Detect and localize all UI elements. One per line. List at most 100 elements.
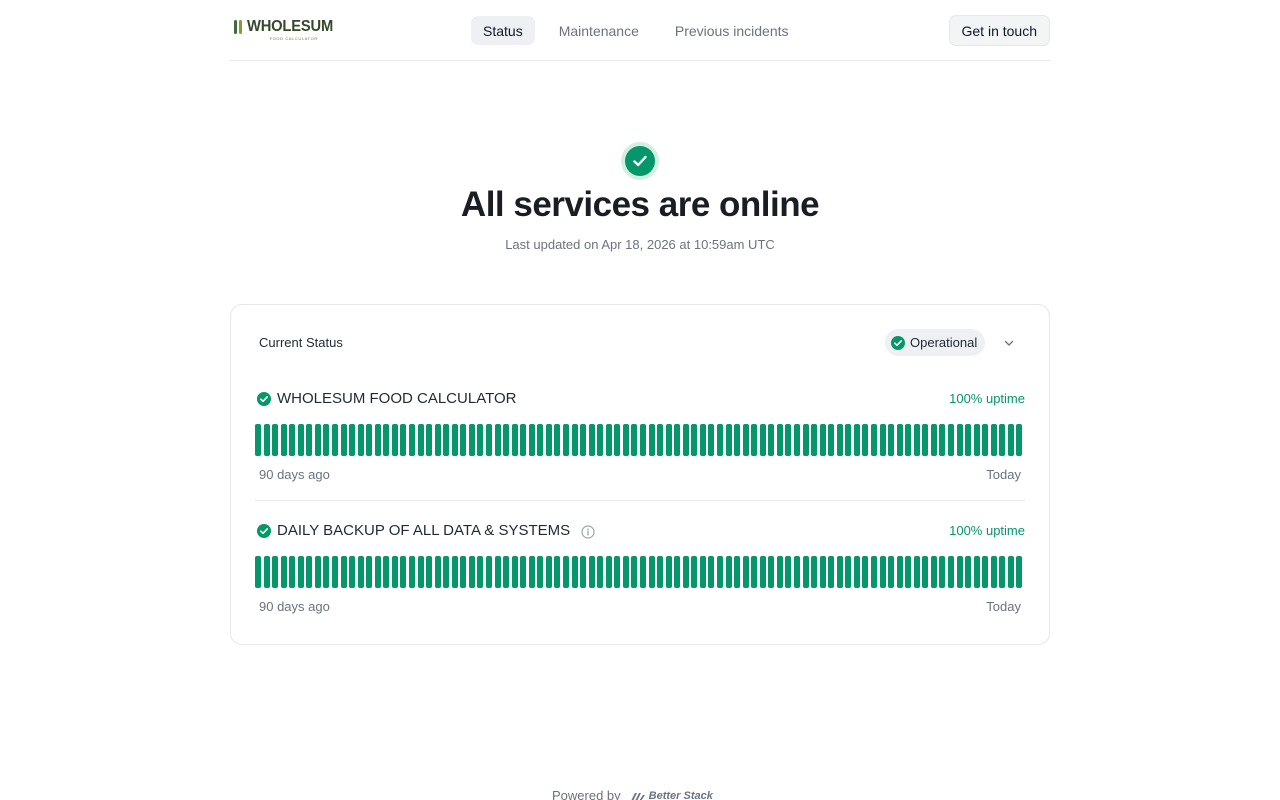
uptime-day-bar[interactable]: [973, 556, 980, 588]
uptime-day-bar[interactable]: [965, 424, 972, 456]
uptime-day-bar[interactable]: [588, 556, 595, 588]
uptime-day-bar[interactable]: [888, 424, 895, 456]
uptime-day-bar[interactable]: [545, 556, 552, 588]
uptime-day-bar[interactable]: [691, 424, 698, 456]
uptime-day-bar[interactable]: [1016, 424, 1023, 456]
uptime-day-bar[interactable]: [682, 424, 689, 456]
uptime-day-bar[interactable]: [494, 556, 501, 588]
uptime-day-bar[interactable]: [759, 424, 766, 456]
uptime-day-bar[interactable]: [443, 556, 450, 588]
uptime-day-bar[interactable]: [922, 556, 929, 588]
uptime-day-bar[interactable]: [255, 556, 262, 588]
uptime-day-bar[interactable]: [896, 424, 903, 456]
uptime-day-bar[interactable]: [494, 424, 501, 456]
uptime-day-bar[interactable]: [280, 424, 287, 456]
uptime-day-bar[interactable]: [528, 424, 535, 456]
chevron-down-icon[interactable]: [1003, 337, 1015, 349]
uptime-day-bar[interactable]: [314, 424, 321, 456]
uptime-day-bar[interactable]: [255, 424, 262, 456]
uptime-day-bar[interactable]: [990, 556, 997, 588]
uptime-day-bar[interactable]: [460, 556, 467, 588]
uptime-day-bar[interactable]: [357, 556, 364, 588]
uptime-day-bar[interactable]: [802, 556, 809, 588]
uptime-day-bar[interactable]: [776, 556, 783, 588]
uptime-day-bar[interactable]: [349, 424, 356, 456]
uptime-day-bar[interactable]: [982, 424, 989, 456]
uptime-day-bar[interactable]: [391, 424, 398, 456]
uptime-day-bar[interactable]: [554, 556, 561, 588]
uptime-day-bar[interactable]: [588, 424, 595, 456]
uptime-day-bar[interactable]: [468, 424, 475, 456]
uptime-day-bar[interactable]: [383, 556, 390, 588]
uptime-day-bar[interactable]: [922, 424, 929, 456]
uptime-day-bar[interactable]: [674, 556, 681, 588]
uptime-day-bar[interactable]: [948, 424, 955, 456]
uptime-day-bar[interactable]: [400, 424, 407, 456]
uptime-day-bar[interactable]: [605, 556, 612, 588]
uptime-day-bar[interactable]: [862, 556, 869, 588]
uptime-day-bar[interactable]: [896, 556, 903, 588]
uptime-day-bar[interactable]: [631, 556, 638, 588]
uptime-day-bar[interactable]: [648, 556, 655, 588]
uptime-day-bar[interactable]: [691, 556, 698, 588]
uptime-day-bar[interactable]: [614, 556, 621, 588]
uptime-day-bar[interactable]: [622, 424, 629, 456]
uptime-day-bar[interactable]: [571, 424, 578, 456]
uptime-day-bar[interactable]: [340, 424, 347, 456]
uptime-day-bar[interactable]: [657, 556, 664, 588]
uptime-day-bar[interactable]: [537, 424, 544, 456]
uptime-day-bar[interactable]: [263, 556, 270, 588]
uptime-day-bar[interactable]: [734, 424, 741, 456]
uptime-day-bar[interactable]: [357, 424, 364, 456]
uptime-day-bar[interactable]: [640, 424, 647, 456]
uptime-day-bar[interactable]: [434, 556, 441, 588]
uptime-day-bar[interactable]: [879, 556, 886, 588]
uptime-day-bar[interactable]: [417, 556, 424, 588]
uptime-day-bar[interactable]: [280, 556, 287, 588]
uptime-day-bar[interactable]: [819, 556, 826, 588]
uptime-day-bar[interactable]: [845, 556, 852, 588]
uptime-day-bar[interactable]: [853, 556, 860, 588]
uptime-day-bar[interactable]: [751, 424, 758, 456]
uptime-day-bar[interactable]: [682, 556, 689, 588]
uptime-day-bar[interactable]: [836, 424, 843, 456]
uptime-day-bar[interactable]: [853, 424, 860, 456]
uptime-day-bar[interactable]: [665, 424, 672, 456]
uptime-day-bar[interactable]: [956, 424, 963, 456]
uptime-day-bar[interactable]: [956, 556, 963, 588]
uptime-day-bar[interactable]: [785, 556, 792, 588]
uptime-day-bar[interactable]: [571, 556, 578, 588]
uptime-day-bar[interactable]: [383, 424, 390, 456]
uptime-day-bar[interactable]: [503, 424, 510, 456]
uptime-day-bar[interactable]: [965, 556, 972, 588]
uptime-day-bar[interactable]: [340, 556, 347, 588]
uptime-day-bar[interactable]: [622, 556, 629, 588]
uptime-day-bar[interactable]: [605, 424, 612, 456]
uptime-day-bar[interactable]: [537, 556, 544, 588]
uptime-day-bar[interactable]: [794, 424, 801, 456]
uptime-day-bar[interactable]: [451, 556, 458, 588]
uptime-day-bar[interactable]: [999, 424, 1006, 456]
uptime-day-bar[interactable]: [306, 424, 313, 456]
uptime-day-bar[interactable]: [776, 424, 783, 456]
uptime-day-bar[interactable]: [520, 556, 527, 588]
uptime-day-bar[interactable]: [871, 556, 878, 588]
uptime-day-bar[interactable]: [734, 556, 741, 588]
uptime-day-bar[interactable]: [990, 424, 997, 456]
uptime-day-bar[interactable]: [811, 424, 818, 456]
uptime-day-bar[interactable]: [939, 424, 946, 456]
uptime-day-bar[interactable]: [828, 424, 835, 456]
uptime-day-bar[interactable]: [426, 556, 433, 588]
uptime-day-bar[interactable]: [563, 424, 570, 456]
uptime-day-bar[interactable]: [451, 424, 458, 456]
uptime-day-bar[interactable]: [631, 424, 638, 456]
uptime-day-bar[interactable]: [391, 556, 398, 588]
uptime-day-bar[interactable]: [323, 556, 330, 588]
uptime-day-bar[interactable]: [982, 556, 989, 588]
uptime-day-bar[interactable]: [708, 556, 715, 588]
uptime-day-bar[interactable]: [939, 556, 946, 588]
better-stack-logo[interactable]: Better Stack: [630, 790, 713, 800]
uptime-day-bar[interactable]: [580, 556, 587, 588]
uptime-day-bar[interactable]: [434, 424, 441, 456]
uptime-day-bar[interactable]: [289, 424, 296, 456]
